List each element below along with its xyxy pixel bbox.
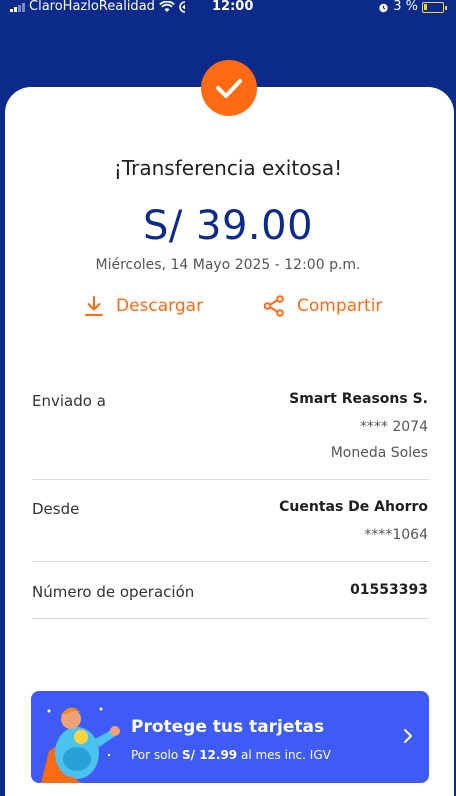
download-icon [85,296,103,316]
from-label: Desde [32,500,80,518]
transfer-amount: S/ 39.00 [142,203,314,249]
signal-icon [10,2,25,12]
divider [32,618,429,619]
chevron-right-icon [404,729,412,743]
vpn-icon [179,1,186,13]
promo-banner[interactable]: Protege tus tarjetas Por solo S/ 12.99 a… [31,691,429,783]
download-label: Descargar [116,296,204,316]
promo-sub-suffix: al mes inc. IGV [237,748,331,762]
status-bar: ClaroHazloRealidad 12:00 3 % [0,0,456,14]
share-label: Compartir [297,296,383,316]
share-button[interactable]: Compartir [263,295,382,317]
alarm-icon [379,3,388,12]
sent-to-label: Enviado a [32,392,106,410]
carrier-name: ClaroHazloRealidad [29,0,155,14]
battery-percent: 3 % [393,0,418,14]
divider [32,479,429,480]
operation-label: Número de operación [32,583,195,601]
battery-icon [422,1,447,13]
superhero-illustration [41,707,120,783]
receipt-card [5,87,454,796]
from-account-name: Cuentas De Ahorro [279,499,428,515]
operation-number: 01553393 [350,582,428,598]
promo-price: S/ 12.99 [181,748,238,762]
promo-sub-prefix: Por solo [131,748,182,762]
page-title: ¡Transferencia exitosa! [113,156,343,180]
recipient-name: Smart Reasons S. [289,391,428,407]
success-check-icon [201,60,257,116]
download-button[interactable]: Descargar [84,295,203,317]
recipient-account: **** 2074 [359,419,428,435]
divider [32,561,429,562]
promo-subtitle: Por solo S/ 12.99 al mes inc. IGV [131,748,331,762]
from-account-number: ****1064 [364,527,428,543]
share-icon [263,295,284,317]
status-right: 3 % [378,0,447,14]
recipient-currency: Moneda Soles [330,445,428,461]
transfer-datetime: Miércoles, 14 Mayo 2025 - 12:00 p.m. [95,257,361,273]
promo-title: Protege tus tarjetas [131,717,325,737]
status-left: ClaroHazloRealidad [10,0,189,14]
status-time: 12:00 [212,0,254,14]
wifi-icon [159,1,175,12]
